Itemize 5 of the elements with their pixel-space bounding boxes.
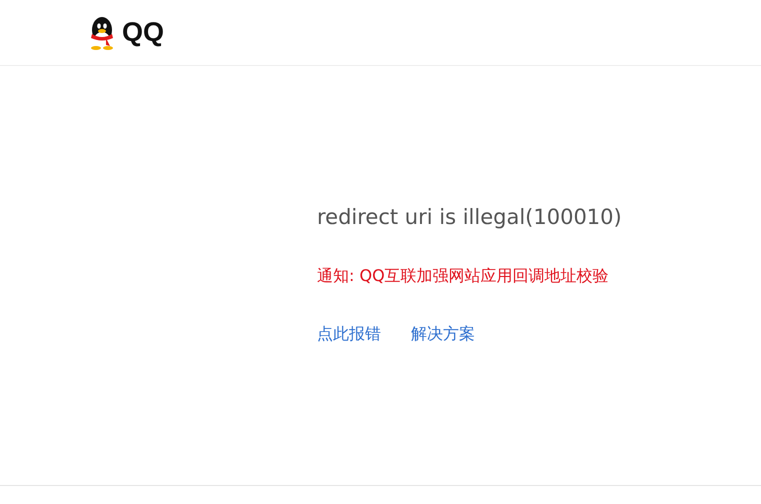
link[interactable]: 点此报错: [317, 322, 381, 346]
notice-text: 通知: QQ互联加强网站应用回调地址校验: [317, 264, 610, 286]
logo-text: QQ: [122, 16, 164, 50]
error-message: redirect uri is illegal(100010): [317, 204, 623, 231]
link[interactable]: 解决方案: [411, 322, 475, 346]
